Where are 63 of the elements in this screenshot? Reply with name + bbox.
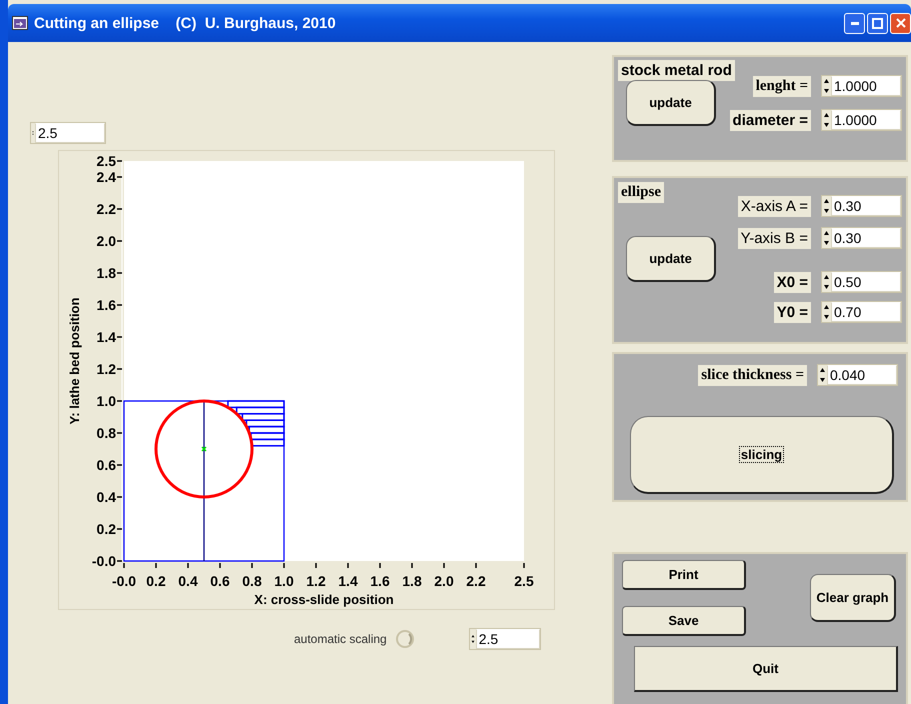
tick-label: 1.0 (96, 393, 116, 409)
tick-label: 0.2 (96, 521, 116, 537)
tick-label: 1.8 (96, 265, 116, 281)
axis-label: X: cross-slide position (254, 592, 394, 607)
tick-label: 0.4 (178, 573, 198, 589)
number-field[interactable]: 0.50 (831, 272, 901, 292)
field-label: Y0 = (774, 302, 811, 322)
field-label: X0 = (774, 272, 811, 292)
tick-label: 2.5 (96, 153, 116, 169)
tick-label: 1.2 (96, 361, 116, 377)
tick-label: 1.6 (96, 297, 116, 313)
number-field[interactable]: 0.040 (827, 365, 897, 385)
tick-label: 2.2 (96, 201, 116, 217)
update-button[interactable]: update (626, 236, 716, 282)
app-icon (12, 16, 28, 30)
close-button[interactable] (890, 12, 911, 34)
tick-label: 1.4 (96, 329, 116, 345)
tick-label: 2.2 (466, 573, 486, 589)
tick-label: 0.6 (96, 457, 116, 473)
tick-label: 0.6 (210, 573, 230, 589)
tick-label: 2.4 (96, 169, 116, 185)
tick-label: 0.2 (146, 573, 166, 589)
tick-label: 1.4 (338, 573, 358, 589)
close-icon (896, 18, 906, 28)
minimize-button[interactable] (844, 12, 865, 34)
save-button[interactable]: Save (622, 606, 746, 636)
number-field[interactable]: 0.70 (831, 302, 901, 322)
number-field[interactable]: 0.30 (831, 196, 901, 216)
tick-label: 2.0 (96, 233, 116, 249)
automatic-scaling-label: automatic scaling (294, 632, 387, 646)
tick-label: 0.8 (96, 425, 116, 441)
axis-label: Y: lathe bed position (67, 298, 82, 424)
field-label: diameter = (730, 110, 811, 130)
field-label: Y-axis B = (738, 228, 811, 248)
tick-label: 0.8 (242, 573, 262, 589)
tick-label: 1.8 (402, 573, 422, 589)
print-button[interactable]: Print (622, 560, 746, 590)
tick-label: 1.0 (274, 573, 294, 589)
slicing-button[interactable]: slicing (630, 416, 894, 494)
tick-label: -0.0 (112, 573, 136, 589)
number-field[interactable]: 1.0000 (831, 110, 901, 130)
tick-label: 1.6 (370, 573, 390, 589)
number-field[interactable]: 2.5 (35, 123, 105, 143)
number-field[interactable]: 0.30 (831, 228, 901, 248)
field-label: lenght = (752, 76, 811, 96)
field-label: X-axis A = (738, 196, 811, 216)
tick-label: 1.2 (306, 573, 326, 589)
panel-title: stock metal rod (618, 60, 735, 81)
tick-label: -0.0 (92, 553, 116, 569)
minimize-icon (850, 22, 858, 24)
tick-label: 0.4 (96, 489, 116, 505)
clear-graph-button[interactable]: Clear graph (810, 574, 896, 622)
update-button[interactable]: update (626, 80, 716, 126)
tick-label: 2.0 (434, 573, 454, 589)
field-label: slice thickness = (698, 364, 807, 386)
tick-label: 2.5 (514, 573, 534, 589)
panel-title: ellipse (618, 182, 664, 203)
maximize-button[interactable] (867, 12, 888, 34)
number-field[interactable]: 1.0000 (831, 76, 901, 96)
maximize-icon (872, 18, 883, 28)
quit-button[interactable]: Quit (634, 646, 898, 692)
number-field[interactable]: 2.5 (476, 629, 540, 649)
window-title: Cutting an ellipse (C) U. Burghaus, 2010 (34, 14, 337, 32)
